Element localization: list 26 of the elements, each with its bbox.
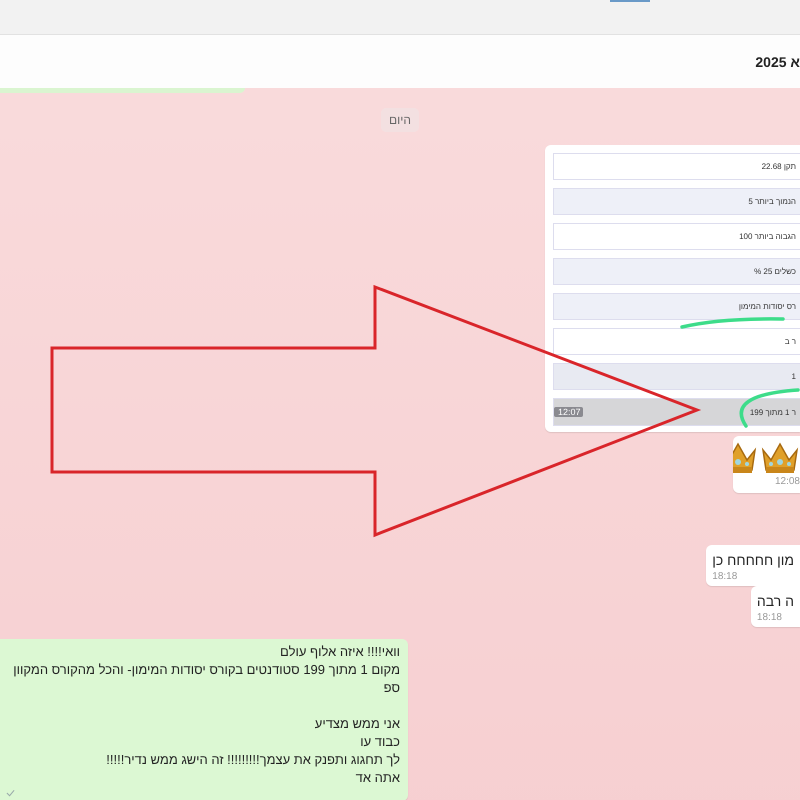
message-time: 12:07 — [554, 407, 583, 417]
message-text: וואי!!!! איזה אלוף עולם — [280, 643, 400, 661]
message-text: ספ — [384, 679, 400, 697]
message-text: מקום 1 מתוך 199 סטודנטים בקורס יסודות המימון- והכל מהקורס המקוון — [13, 661, 400, 679]
table-cell: ר 1 מתוך 199 — [750, 408, 796, 416]
message-text: כבוד עו — [360, 733, 400, 751]
message-text: לך תחגוג ותפנק את עצמך!!!!!!!!! זה הישג ממש נדיר!!!!! — [106, 751, 400, 769]
message-time: 18:18 — [712, 571, 738, 582]
crown-icon — [760, 440, 800, 476]
message-text: אתה אד — [356, 769, 400, 787]
chat-title: א 2025 — [755, 54, 800, 70]
message-text: מון חחחחח כן — [712, 551, 794, 569]
table-cell: הנמוך ביותר 5 — [748, 197, 796, 206]
message-text: ה רבה — [756, 592, 794, 610]
table-cell: רס יסודות המימון — [738, 302, 796, 311]
table-cell: תקן 22.68 — [762, 162, 796, 171]
date-chip: היום — [381, 108, 419, 132]
table-cell: כשלים 25 % — [754, 267, 796, 276]
table-cell: ר ב — [784, 337, 796, 346]
tab-indicator — [610, 0, 650, 2]
highlight-stroke — [740, 388, 800, 428]
message-time: 18:18 — [756, 612, 782, 623]
table-cell: 1 — [792, 372, 796, 381]
message-text: אני ממש מצדיע — [314, 715, 400, 733]
table-cell: הגבוה ביותר 100 — [739, 232, 796, 241]
message-time: 12:08 — [774, 476, 800, 487]
